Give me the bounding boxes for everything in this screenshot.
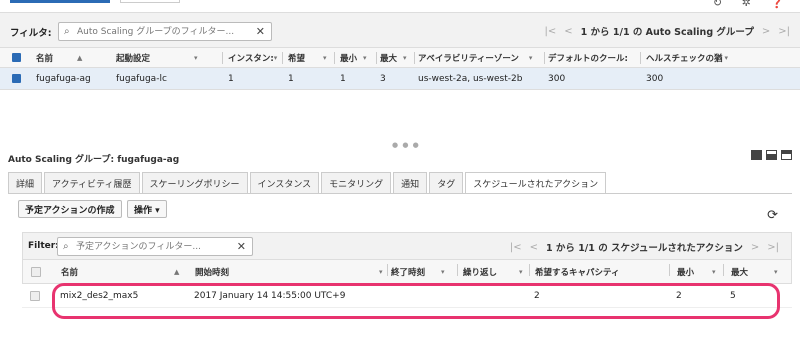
group-search-box[interactable]: ⌕ ✕	[58, 22, 272, 41]
col-launch-config[interactable]: 起動設定 ▾	[116, 48, 216, 67]
tab-details[interactable]: 詳細	[8, 172, 43, 193]
detail-tabs: 詳細 アクティビティ履歴 スケーリングポリシー インスタンス モニタリング 通知…	[8, 172, 608, 194]
minimize-panel-icon[interactable]	[781, 150, 792, 160]
cell-max: 3	[380, 73, 386, 84]
cell-cooldown: 300	[548, 73, 566, 84]
first-page-icon[interactable]: |<	[510, 242, 522, 253]
filter-label: フィルタ:	[10, 28, 52, 39]
col-health-check[interactable]: ヘルスチェックの猶 ▾	[646, 48, 730, 67]
cell-launch-config: fugafuga-lc	[116, 73, 167, 84]
cell-instances: 1	[228, 73, 234, 84]
actions-button-edge[interactable]	[120, 0, 180, 3]
cell-azs: us-west-2a, us-west-2b	[418, 73, 523, 84]
col-max[interactable]: 最大 ▾	[731, 260, 785, 283]
maximize-panel-icon[interactable]	[751, 150, 762, 160]
col-default-cooldown[interactable]: デフォルトのクール:	[548, 48, 638, 67]
scheduled-filter-bar: Filter: ⌕ ✕ |< < 1 から 1/1 の スケジュールされたアクシ…	[22, 232, 792, 260]
prev-page-icon[interactable]: <	[564, 26, 572, 37]
highlight-annotation	[52, 283, 780, 319]
prev-page-icon[interactable]: <	[530, 242, 538, 253]
panel-splitter-handle[interactable]: ● ● ●	[392, 141, 420, 149]
refresh-icon[interactable]: ⟳	[767, 208, 778, 223]
clear-icon[interactable]: ✕	[256, 25, 265, 38]
tab-scaling-policies[interactable]: スケーリングポリシー	[141, 172, 248, 193]
clear-icon[interactable]: ✕	[237, 240, 246, 253]
row-checkbox[interactable]	[30, 284, 40, 307]
scheduled-pager: |< < 1 から 1/1 の スケジュールされたアクション > >|	[510, 240, 779, 255]
toolbar-icons[interactable]: ↻ ✲ ❓	[713, 0, 792, 9]
col-start-time[interactable]: 開始時刻 ▾	[195, 260, 385, 283]
detail-panel-title: Auto Scaling グループ: fugafuga-ag	[8, 155, 180, 165]
tab-tags[interactable]: タグ	[429, 172, 464, 193]
col-name[interactable]: 名前 ▲	[36, 48, 106, 67]
tab-scheduled-actions[interactable]: スケジュールされたアクション	[465, 172, 607, 194]
cell-health-check: 300	[646, 73, 664, 84]
group-pager: |< < 1 から 1/1 の Auto Scaling グループ > >|	[545, 24, 791, 39]
scheduled-table-header: 名前▲ 開始時刻▾ 終了時刻▾ 繰り返し▾ 希望するキャパシティ▾ 最小▾ 最大…	[22, 260, 792, 284]
col-max[interactable]: 最大 ▾	[380, 48, 416, 67]
tab-instances[interactable]: インスタンス	[249, 172, 320, 193]
actions-dropdown-button[interactable]: 操作 ▾	[127, 200, 167, 218]
next-page-icon[interactable]: >	[762, 26, 770, 37]
panel-layout-icons	[751, 150, 792, 160]
last-page-icon[interactable]: >|	[778, 26, 790, 37]
search-icon: ⌕	[64, 26, 70, 37]
search-icon: ⌕	[63, 241, 69, 252]
col-name[interactable]: 名前 ▲	[61, 260, 191, 283]
row-checkbox[interactable]	[12, 68, 21, 89]
tab-divider	[8, 193, 792, 194]
scheduled-search-input[interactable]	[76, 240, 246, 254]
create-group-button-edge[interactable]	[10, 0, 110, 3]
cell-desired: 1	[288, 73, 294, 84]
col-desired-capacity[interactable]: 希望するキャパシティ▾	[535, 260, 667, 283]
col-instances[interactable]: インスタン: ▾	[228, 48, 280, 67]
table-row[interactable]: fugafuga-ag fugafuga-lc 1 1 1 3 us-west-…	[0, 68, 800, 90]
group-table-header: 名前 ▲ 起動設定 ▾ インスタン: ▾ 希望 ▾ 最小 ▾ 最大 ▾ アベイラビリティーゾ…	[0, 48, 800, 68]
cell-min: 1	[340, 73, 346, 84]
next-page-icon[interactable]: >	[751, 242, 759, 253]
col-min[interactable]: 最小 ▾	[677, 260, 721, 283]
select-all-checkbox[interactable]	[12, 48, 21, 67]
tab-activity-history[interactable]: アクティビティ履歴	[44, 172, 140, 193]
group-search-input[interactable]	[77, 25, 247, 39]
group-filter-bar: フィルタ: ⌕ ✕ |< < 1 から 1/1 の Auto Scaling グ…	[0, 12, 800, 48]
first-page-icon[interactable]: |<	[545, 26, 557, 37]
scheduled-search-box[interactable]: ⌕ ✕	[57, 237, 253, 256]
create-scheduled-action-button[interactable]: 予定アクションの作成	[18, 200, 122, 218]
col-min[interactable]: 最小 ▾	[340, 48, 376, 67]
col-end-time[interactable]: 終了時刻 ▾	[391, 260, 455, 283]
cell-name: fugafuga-ag	[36, 73, 91, 84]
tab-monitoring[interactable]: モニタリング	[321, 172, 392, 193]
split-panel-icon[interactable]	[766, 150, 777, 160]
top-toolbar-strip: ↻ ✲ ❓	[0, 0, 800, 10]
col-desired[interactable]: 希望 ▾	[288, 48, 330, 67]
last-page-icon[interactable]: >|	[767, 242, 779, 253]
col-availability-zones[interactable]: アベイラビリティーゾーン ▾	[418, 48, 542, 67]
group-table: 名前 ▲ 起動設定 ▾ インスタン: ▾ 希望 ▾ 最小 ▾ 最大 ▾ アベイラビリティーゾ…	[0, 48, 800, 90]
pager-text: 1 から 1/1 の Auto Scaling グループ	[580, 27, 754, 38]
select-all-checkbox[interactable]	[31, 260, 41, 283]
col-recurrence[interactable]: 繰り返し ▾	[463, 260, 527, 283]
filter-label: Filter:	[28, 241, 59, 251]
tab-notifications[interactable]: 通知	[393, 172, 428, 193]
pager-text: 1 から 1/1 の スケジュールされたアクション	[545, 243, 743, 254]
